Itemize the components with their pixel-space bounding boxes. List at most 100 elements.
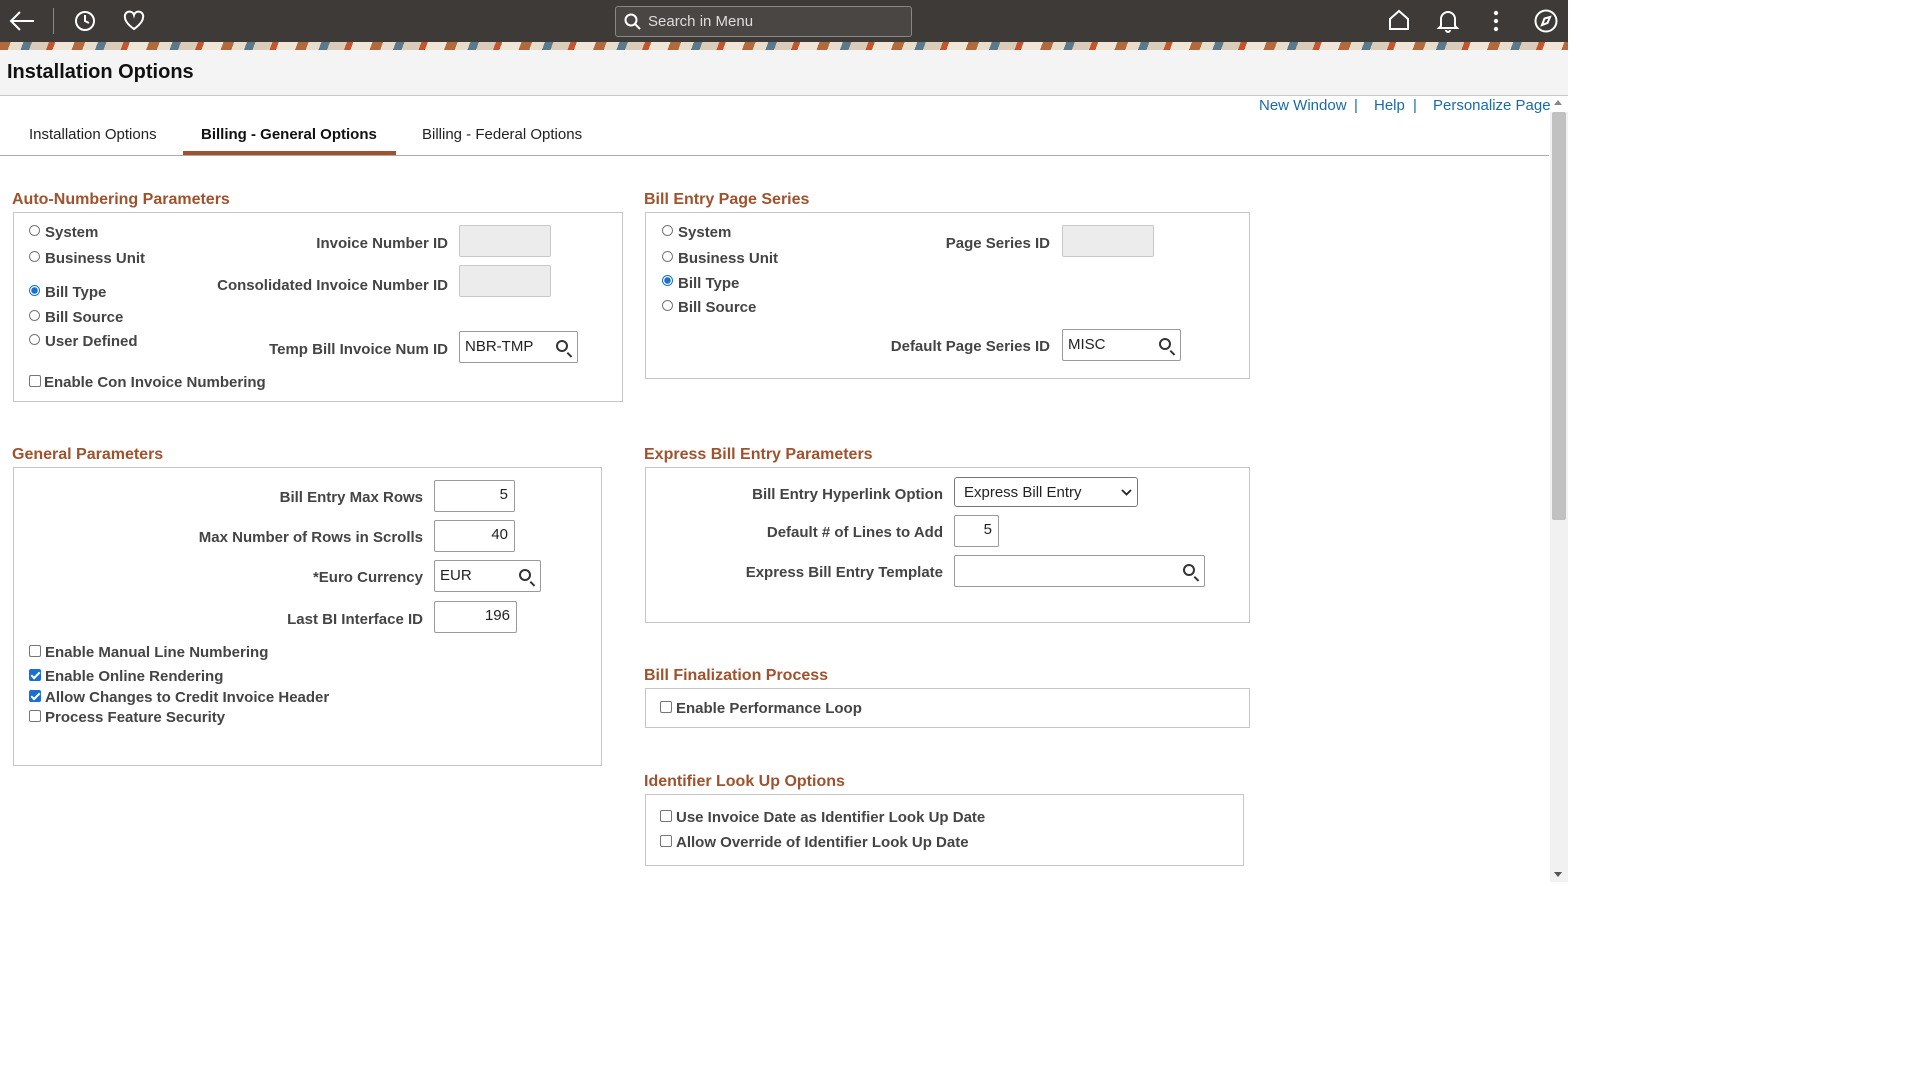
max-rows-field[interactable]: 5	[434, 480, 515, 512]
express-bill-title: Express Bill Entry Parameters	[644, 446, 873, 463]
radio-label: Bill Source	[45, 309, 124, 326]
override-lookup-checkbox[interactable]	[660, 835, 672, 847]
checkbox-label: Enable Con Invoice Numbering	[44, 374, 266, 391]
dropdown-chevron-icon	[1121, 489, 1132, 496]
help-link[interactable]: Help	[1374, 97, 1405, 114]
lookup-icon[interactable]	[556, 340, 568, 352]
default-page-series-value: MISC	[1068, 336, 1106, 353]
radio-business-unit[interactable]	[662, 251, 673, 262]
hyperlink-option-select[interactable]: Express Bill Entry	[954, 477, 1138, 507]
navbar-icon[interactable]	[1533, 8, 1559, 34]
page-title: Installation Options	[7, 61, 194, 83]
hyperlink-option-label: Bill Entry Hyperlink Option	[752, 486, 943, 503]
scrollbar-thumb[interactable]	[1552, 112, 1566, 520]
radio-label: Bill Source	[678, 299, 757, 316]
radio-label: System	[678, 224, 732, 241]
radio-bill-type[interactable]	[662, 275, 673, 286]
invoice-date-lookup-checkbox[interactable]	[660, 810, 672, 822]
temp-bill-label: Temp Bill Invoice Num ID	[269, 341, 448, 358]
scroll-rows-label: Max Number of Rows in Scrolls	[198, 529, 423, 546]
performance-loop-checkbox[interactable]	[660, 701, 672, 713]
history-icon[interactable]	[73, 9, 97, 33]
consolidated-invoice-field	[459, 265, 551, 297]
template-label: Express Bill Entry Template	[745, 564, 943, 581]
lookup-icon[interactable]	[519, 569, 531, 581]
temp-bill-value: NBR-TMP	[465, 338, 534, 355]
radio-system[interactable]	[662, 225, 673, 236]
back-arrow-icon[interactable]	[8, 9, 36, 33]
link-separator: |	[1354, 97, 1358, 114]
favorites-icon[interactable]	[122, 9, 146, 33]
hyperlink-option-value: Express Bill Entry	[964, 484, 1082, 501]
radio-business-unit[interactable]	[29, 251, 40, 262]
tab-divider	[0, 155, 1549, 156]
home-icon[interactable]	[1387, 8, 1411, 32]
tab-billing-general-options[interactable]: Billing - General Options	[201, 126, 377, 143]
radio-bill-source[interactable]	[29, 310, 40, 321]
radio-label: Business Unit	[45, 250, 146, 267]
checkbox-label: Allow Override of Identifier Look Up Dat…	[676, 834, 969, 851]
radio-system[interactable]	[29, 225, 40, 236]
manual-line-numbering-checkbox[interactable]	[29, 645, 41, 657]
scroll-up-arrow[interactable]	[1554, 100, 1562, 105]
bill-finalization-title: Bill Finalization Process	[644, 667, 829, 684]
lookup-icon[interactable]	[1183, 564, 1195, 576]
radio-label: User Defined	[45, 333, 138, 350]
radio-bill-type[interactable]	[29, 285, 40, 296]
default-lines-field[interactable]: 5	[954, 515, 999, 547]
search-placeholder: Search in Menu	[648, 13, 754, 30]
new-window-link[interactable]: New Window	[1259, 97, 1347, 114]
checkbox-label: Process Feature Security	[45, 709, 226, 726]
search-icon	[624, 13, 641, 30]
euro-currency-value: EUR	[440, 567, 472, 584]
scroll-down-arrow[interactable]	[1554, 872, 1562, 877]
auto-numbering-title: Auto-Numbering Parameters	[12, 191, 230, 208]
default-lines-label: Default # of Lines to Add	[766, 524, 943, 541]
top-bar: Search in Menu	[0, 0, 1568, 42]
radio-user-defined[interactable]	[29, 334, 40, 345]
checkbox-label: Enable Manual Line Numbering	[45, 644, 269, 661]
last-bi-field[interactable]: 196	[434, 601, 517, 633]
general-parameters-title: General Parameters	[12, 446, 164, 463]
personalize-page-link[interactable]: Personalize Page	[1433, 97, 1551, 114]
euro-currency-field[interactable]: EUR	[434, 560, 541, 592]
default-page-series-field[interactable]: MISC	[1062, 329, 1181, 361]
radio-label: System	[45, 224, 99, 241]
checkbox-label: Allow Changes to Credit Invoice Header	[45, 689, 330, 706]
temp-bill-field[interactable]: NBR-TMP	[459, 331, 578, 363]
consolidated-invoice-label: Consolidated Invoice Number ID	[217, 277, 448, 294]
identifier-lookup-title: Identifier Look Up Options	[644, 773, 845, 790]
default-page-series-label: Default Page Series ID	[890, 338, 1050, 355]
enable-con-invoice-checkbox[interactable]	[29, 375, 41, 387]
scroll-rows-field[interactable]: 40	[434, 520, 515, 552]
invoice-number-id-label: Invoice Number ID	[316, 235, 448, 252]
lookup-icon[interactable]	[1159, 338, 1171, 350]
last-bi-label: Last BI Interface ID	[287, 611, 423, 628]
search-menu-input[interactable]: Search in Menu	[615, 6, 912, 37]
page-title-band: Installation Options	[0, 50, 1568, 96]
actions-menu-icon[interactable]	[1490, 9, 1502, 33]
tab-billing-federal-options[interactable]: Billing - Federal Options	[422, 126, 582, 143]
banner-pattern	[0, 42, 1568, 50]
bill-entry-series-title: Bill Entry Page Series	[644, 191, 810, 208]
credit-invoice-header-checkbox[interactable]	[29, 690, 41, 702]
link-separator: |	[1413, 97, 1417, 114]
page-series-id-field	[1062, 225, 1154, 257]
online-rendering-checkbox[interactable]	[29, 669, 41, 681]
checkbox-label: Enable Performance Loop	[676, 700, 862, 717]
checkbox-label: Enable Online Rendering	[45, 668, 224, 685]
radio-label: Bill Type	[45, 284, 107, 301]
radio-label: Bill Type	[678, 275, 740, 292]
radio-bill-source[interactable]	[662, 300, 673, 311]
page-series-id-label: Page Series ID	[945, 235, 1050, 252]
toolbar-divider	[53, 8, 54, 34]
process-feature-security-checkbox[interactable]	[29, 710, 41, 722]
euro-currency-label: *Euro Currency	[312, 569, 423, 586]
template-field[interactable]	[954, 555, 1205, 587]
radio-label: Business Unit	[678, 250, 779, 267]
identifier-lookup-box	[645, 794, 1244, 866]
notification-icon[interactable]	[1436, 8, 1460, 34]
tab-installation-options[interactable]: Installation Options	[29, 126, 157, 143]
invoice-number-id-field	[459, 225, 551, 257]
checkbox-label: Use Invoice Date as Identifier Look Up D…	[676, 809, 986, 826]
